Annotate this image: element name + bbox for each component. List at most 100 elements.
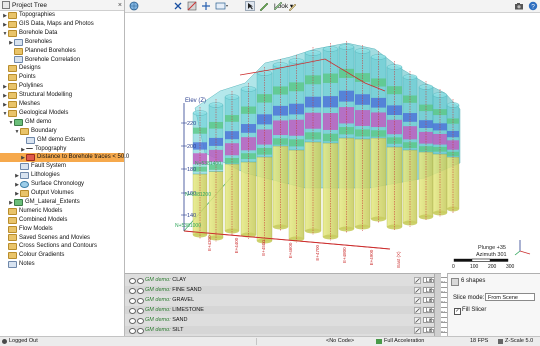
tree-item[interactable]: ▼ Boundary	[0, 127, 124, 136]
visibility-eye-icon[interactable]	[137, 328, 144, 334]
tree-item[interactable]: Borehole Correlation	[0, 56, 124, 65]
slice-mode-select[interactable]: From Scene	[485, 293, 535, 301]
draw-icon[interactable]	[259, 1, 269, 11]
move-icon[interactable]	[201, 1, 211, 11]
tree-item[interactable]: ▶ Surface Chronology	[0, 180, 124, 189]
doc-icon	[20, 172, 29, 180]
tree-item[interactable]: ▼ GM demo	[0, 118, 124, 127]
shape-properties-panel: 6 shapes Slice mode: From Scene ✓ Fill S…	[447, 273, 540, 337]
east-axis-label: E+4800	[342, 247, 347, 263]
axis-icon[interactable]	[173, 1, 183, 11]
tree-item[interactable]: ▶ Lithologies	[0, 171, 124, 180]
line-icon	[26, 147, 33, 150]
visibility-eye-icon[interactable]	[137, 278, 144, 284]
select-icon[interactable]	[245, 1, 255, 11]
tree-item-label: Surface Chronology	[31, 181, 85, 188]
z-scale-readout[interactable]: Z-Scale 5.0	[505, 338, 533, 345]
tree-item[interactable]: Colour Gradients	[0, 251, 124, 260]
tree-item[interactable]: Flow Models	[0, 225, 124, 234]
folder-icon	[8, 29, 17, 37]
folder-icon	[8, 83, 17, 91]
shape-lithology-label: CLAY	[172, 277, 187, 283]
user-icon	[2, 339, 7, 344]
visibility-eye-icon[interactable]	[129, 318, 136, 324]
help-icon[interactable]: ?	[528, 1, 538, 11]
tree-item[interactable]: Combined Models	[0, 216, 124, 225]
tree-item[interactable]: ▶ GIS Data, Maps and Photos	[0, 20, 124, 29]
shape-row[interactable]: GM demo: LIMESTONELitholo...×	[125, 306, 540, 315]
orientation-gizmo	[514, 240, 531, 256]
lithology-band	[387, 137, 402, 144]
doc-icon	[8, 261, 17, 269]
tree-item[interactable]: ▼ Geological Models	[0, 109, 124, 118]
folder-icon	[8, 234, 17, 242]
fill-slicer-checkbox[interactable]: ✓	[454, 308, 461, 315]
visibility-eye-icon[interactable]	[129, 328, 136, 334]
scale-bar-label: 0	[452, 264, 455, 270]
tree-item-label: Topographies	[19, 12, 56, 18]
tree-item[interactable]: Notes	[0, 260, 124, 269]
shape-name: GM demo: FINE SAND	[145, 286, 202, 294]
shape-lithology-label: FINE SAND	[172, 287, 202, 293]
svg-text:?: ?	[531, 3, 535, 10]
pen-icon[interactable]	[287, 1, 297, 11]
lithology-band	[323, 133, 338, 142]
view-icon[interactable]	[215, 1, 229, 11]
3d-scene-viewport[interactable]: Elev (Z) 220200180160140 N+5381400N+5381…	[125, 13, 540, 273]
eye-icon	[20, 181, 29, 189]
north-axis-label: N+5381400	[195, 161, 221, 167]
tree-item[interactable]: ▶ Meshes	[0, 100, 124, 109]
visibility-eye-icon[interactable]	[137, 288, 144, 294]
tree-item[interactable]: Planned Boreholes	[0, 47, 124, 56]
shape-row[interactable]: GM demo: SILTLitholo...×	[125, 326, 540, 335]
tree-item[interactable]: ▶ Distance to Borehole traces < 50.0	[0, 153, 129, 163]
shape-model-label: GM demo:	[145, 287, 171, 293]
z-tick-label: 140	[187, 213, 196, 219]
scale-bar-label: 300	[506, 264, 515, 270]
tree-item[interactable]: Numeric Models	[0, 207, 124, 216]
tree-item-label: Saved Scenes and Movies	[19, 234, 91, 241]
visibility-eye-icon[interactable]	[129, 308, 136, 314]
visibility-eye-icon[interactable]	[129, 278, 136, 284]
tree-item[interactable]: Saved Scenes and Movies	[0, 234, 124, 243]
camera-icon[interactable]	[514, 1, 524, 11]
slice-icon[interactable]	[187, 1, 197, 11]
tree-item[interactable]: ▶ Polylines	[0, 82, 124, 91]
visibility-eye-icon[interactable]	[137, 318, 144, 324]
tree-item[interactable]: ▼ Borehole Data	[0, 29, 124, 38]
scale-bar-label: 200	[488, 264, 497, 270]
shape-row[interactable]: GM demo: FINE SANDLitholo...×	[125, 286, 540, 295]
east-axis-label: E+4300	[207, 235, 212, 251]
shape-row[interactable]: GM demo: GRAVELLitholo...×	[125, 296, 540, 305]
visibility-eye-icon[interactable]	[129, 288, 136, 294]
tree-item[interactable]: ▶ Topography	[0, 145, 124, 154]
shape-list-scrollbar[interactable]	[434, 274, 441, 337]
tree-item-label: Borehole Data	[19, 29, 58, 36]
shape-row[interactable]: GM demo: CLAYLitholo...×	[125, 276, 540, 285]
visibility-eye-icon[interactable]	[137, 298, 144, 304]
folder-icon	[8, 216, 17, 224]
shape-lithology-label: LIMESTONE	[172, 307, 204, 313]
tree-item[interactable]: ▶ Output Volumes	[0, 189, 124, 198]
tree-item[interactable]: Points	[0, 73, 124, 82]
tree-item[interactable]: Cross Sections and Contours	[0, 242, 124, 251]
shape-name: GM demo: SAND	[145, 316, 188, 324]
tree-item[interactable]: ▶ Topographies	[0, 11, 124, 20]
scale-bar	[453, 258, 509, 262]
tree-item[interactable]: ▶ Boreholes	[0, 38, 124, 47]
tree-item[interactable]: ▶ Structural Modelling	[0, 91, 124, 100]
tree-item[interactable]: ▶ GM_Lateral_Extents	[0, 198, 124, 207]
east-axis-label: E+4400	[234, 237, 239, 253]
tree-item[interactable]: GM demo Extents	[0, 136, 124, 145]
visibility-eye-icon[interactable]	[129, 298, 136, 304]
tree-item[interactable]: Fault System	[0, 162, 124, 171]
globe-icon[interactable]	[129, 1, 140, 11]
code-status[interactable]: <No Code>	[326, 338, 354, 345]
ruler-icon[interactable]	[273, 1, 283, 11]
shape-row[interactable]: GM demo: SANDLitholo...×	[125, 316, 540, 325]
scene-toolbar: Look ▾ ?	[125, 0, 540, 13]
visibility-eye-icon[interactable]	[137, 308, 144, 314]
close-icon[interactable]: ×	[118, 2, 122, 9]
tree-item[interactable]: Designs	[0, 64, 124, 73]
login-status[interactable]: Logged Out	[9, 338, 38, 345]
